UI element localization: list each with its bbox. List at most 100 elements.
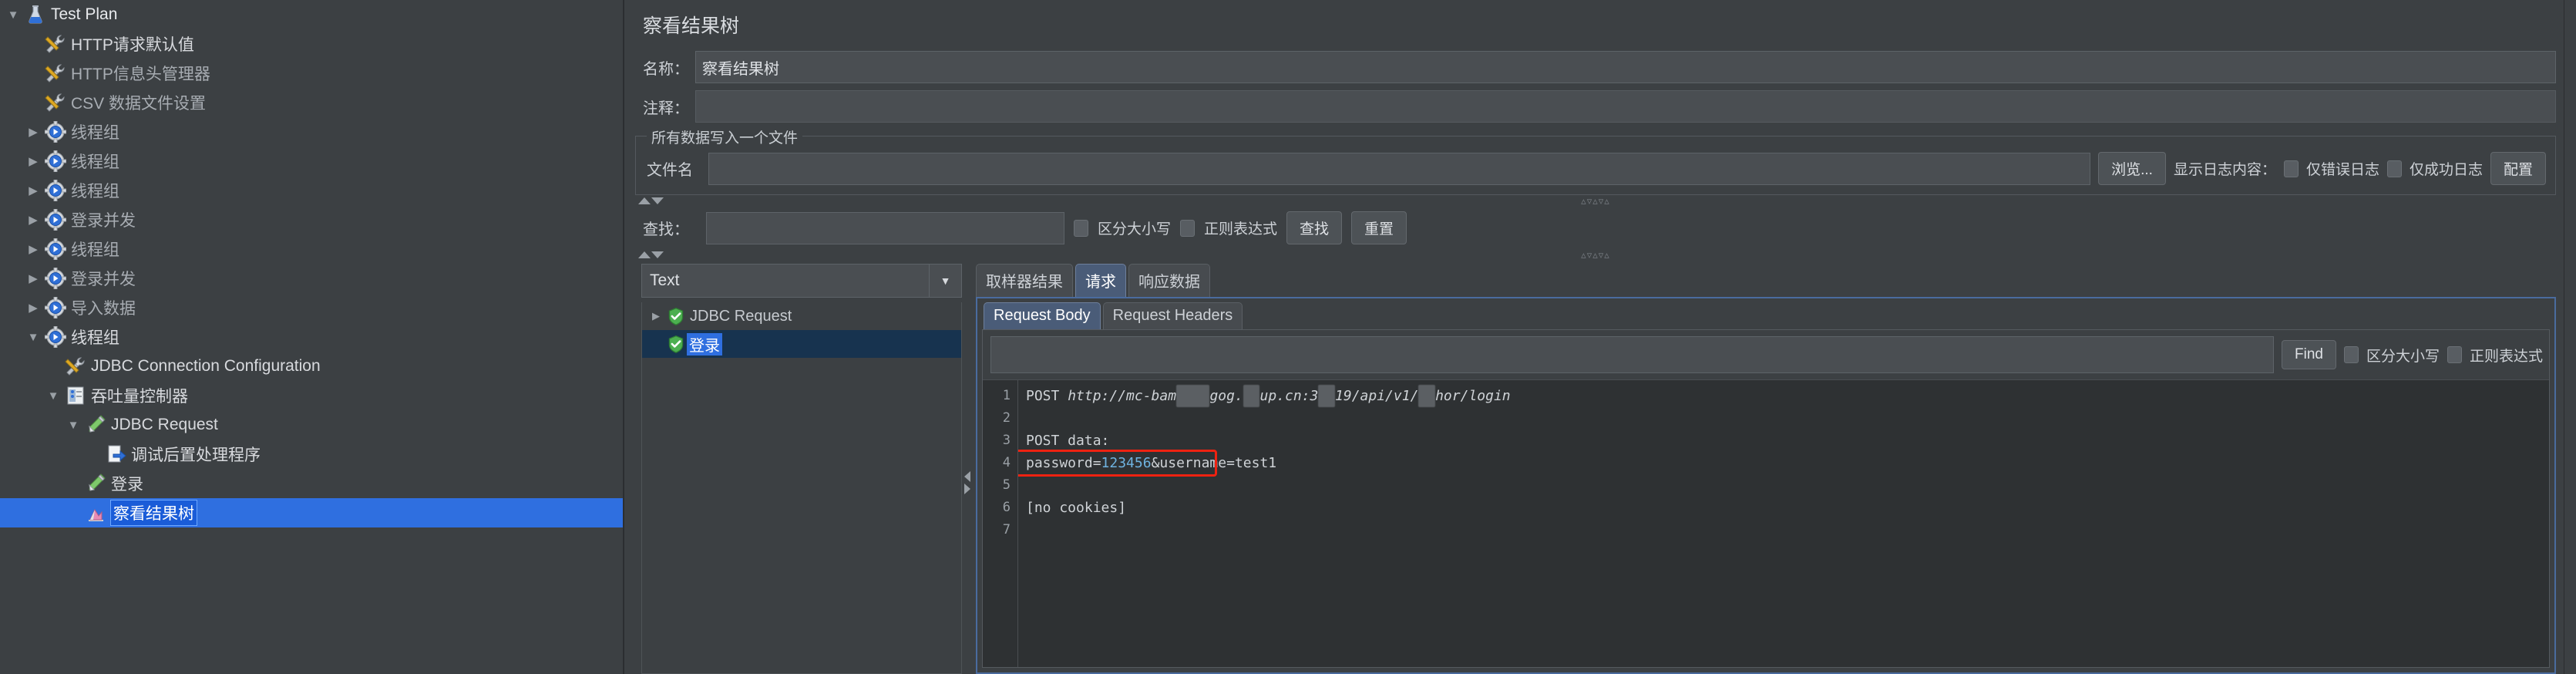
chevron-right-icon[interactable]: ▶ xyxy=(23,185,43,197)
wrench-icon xyxy=(63,354,88,379)
code-token: up.cn:3 xyxy=(1259,388,1319,404)
find-input[interactable] xyxy=(990,336,2274,373)
find-button[interactable]: Find xyxy=(2282,340,2336,369)
line-number: 6 xyxy=(1002,500,1011,515)
tree-item-label: HTTP信息头管理器 xyxy=(71,66,210,83)
splitter-up-arrow-2[interactable] xyxy=(638,251,651,258)
chevron-down-icon[interactable]: ▼ xyxy=(3,9,23,21)
tree-row[interactable]: · HTTP信息头管理器 xyxy=(0,59,623,88)
tree-row[interactable]: ▶ 线程组 xyxy=(0,147,623,176)
splitter-up-arrow-1[interactable] xyxy=(638,197,651,204)
request-tab-panel: Request Body Request Headers Find 区分大小写 正… xyxy=(976,297,2556,674)
tree-row[interactable]: · 调试后置处理程序 xyxy=(0,440,623,469)
chevron-right-icon[interactable]: ▶ xyxy=(23,214,43,226)
tree-row[interactable]: ▶ 线程组 xyxy=(0,176,623,205)
tab-2[interactable]: 请求 xyxy=(1075,264,1126,297)
redacted-text: xxxx xyxy=(1176,385,1210,407)
gear-icon xyxy=(43,120,68,144)
tree-row[interactable]: · HTTP请求默认值 xyxy=(0,29,623,59)
splitter-down-arrow-2[interactable] xyxy=(651,251,664,258)
window-scrollbar[interactable] xyxy=(2564,0,2576,674)
name-input[interactable] xyxy=(695,51,2556,83)
tree-row[interactable]: ▶ 线程组 xyxy=(0,234,623,264)
result-tree-row[interactable]: ▶ JDBC Request xyxy=(642,302,961,330)
tab-3[interactable]: 响应数据 xyxy=(1128,264,1210,297)
comment-label: 注释： xyxy=(643,99,689,117)
filename-input[interactable] xyxy=(708,152,2091,185)
tree-row[interactable]: ▼ Test Plan xyxy=(0,0,623,29)
tree-row[interactable]: · JDBC Connection Configuration xyxy=(0,352,623,381)
chevron-right-icon[interactable]: ▶ xyxy=(23,156,43,167)
error-only-label: 仅错误日志 xyxy=(2305,162,2379,178)
find-case-sensitive-checkbox[interactable] xyxy=(2343,346,2359,363)
request-subtabbar[interactable]: Request Body Request Headers xyxy=(977,298,2554,329)
chevron-right-icon[interactable]: ▶ xyxy=(23,244,43,255)
gear-icon xyxy=(43,178,68,203)
tab-1[interactable]: 取样器结果 xyxy=(976,264,1073,297)
horizontal-splitter[interactable] xyxy=(962,261,973,674)
browse-button[interactable]: 浏览... xyxy=(2098,152,2166,185)
code-token: 19/api/v1/ xyxy=(1335,388,1419,404)
tab-1[interactable]: Request Body xyxy=(984,302,1101,329)
line-number: 7 xyxy=(1002,522,1011,538)
upper-splitter[interactable]: ▵▿▵▿▵ xyxy=(635,195,2556,207)
chevron-down-icon[interactable]: ▼ xyxy=(23,332,43,343)
splitter-down-arrow-1[interactable] xyxy=(651,197,664,204)
tree-row[interactable]: ▶ 线程组 xyxy=(0,117,623,147)
filename-label: 文件名 xyxy=(647,162,693,179)
tree-row[interactable]: ▶ 登录并发 xyxy=(0,264,623,293)
tree-item-label: 线程组 xyxy=(71,153,119,171)
chevron-down-icon[interactable]: ▼ xyxy=(43,390,63,402)
tree-row[interactable]: ▶ 导入数据 xyxy=(0,293,623,322)
search-case-sensitive-checkbox[interactable] xyxy=(1074,219,1088,237)
chevron-right-icon[interactable]: ▶ xyxy=(23,126,43,138)
test-plan-tree-panel[interactable]: ▼ Test Plan · HTTP请求默认值 · HTTP信息头管理器 · CSV 数据文件… xyxy=(0,0,624,674)
error-only-checkbox[interactable] xyxy=(2283,160,2299,177)
tree-row[interactable]: ▶ 登录并发 xyxy=(0,205,623,234)
sampler-result-tree[interactable]: ▶ JDBC Request 登录 xyxy=(641,302,962,674)
tree-item-label: HTTP请求默认值 xyxy=(71,36,194,54)
search-reset-button[interactable]: 重置 xyxy=(1351,211,1407,244)
renderer-select-value: Text xyxy=(650,271,680,289)
chevron-right-icon[interactable]: ▶ xyxy=(647,310,665,322)
tree-row[interactable]: ▼ 线程组 xyxy=(0,322,623,352)
configure-button[interactable]: 配置 xyxy=(2490,152,2546,185)
page-title: 察看结果树 xyxy=(643,15,740,37)
success-only-checkbox[interactable] xyxy=(2386,160,2402,177)
code-token: POST xyxy=(1026,388,1068,404)
tree-item-label: 导入数据 xyxy=(71,300,136,318)
search-regex-checkbox[interactable] xyxy=(1180,219,1196,237)
search-case-sensitive-label: 区分大小写 xyxy=(1098,221,1172,238)
tree-item-label: JDBC Connection Configuration xyxy=(91,357,321,375)
lower-splitter[interactable]: ▵▿▵▿▵ xyxy=(635,249,2556,261)
tree-row[interactable]: · CSV 数据文件设置 xyxy=(0,88,623,117)
chevron-down-icon[interactable]: ▼ xyxy=(929,265,961,297)
renderer-select[interactable]: Text ▼ xyxy=(641,264,962,298)
tree-item-label: 察看结果树 xyxy=(110,500,197,526)
search-input[interactable] xyxy=(706,211,1064,244)
search-find-button[interactable]: 查找 xyxy=(1286,211,1343,244)
name-row: 名称： xyxy=(635,51,2556,83)
tab-2[interactable]: Request Headers xyxy=(1102,302,1243,329)
chevron-right-icon[interactable]: ▶ xyxy=(23,273,43,285)
request-body-editor[interactable]: 1234567 POST http://mc-bamxxxxgog.xxup.c… xyxy=(983,379,2549,667)
result-tree-row[interactable]: 登录 xyxy=(642,330,961,358)
tree-row[interactable]: · 察看结果树 xyxy=(0,498,623,527)
main-tabbar[interactable]: 取样器结果 请求 响应数据 xyxy=(973,264,2556,297)
tree-spacer: · xyxy=(23,97,43,109)
tree-item-label: 线程组 xyxy=(71,241,119,259)
splitter-right-arrow[interactable] xyxy=(964,484,970,494)
chevron-right-icon[interactable]: ▶ xyxy=(23,302,43,314)
find-regex-checkbox[interactable] xyxy=(2447,346,2462,363)
splitter-left-arrow[interactable] xyxy=(964,471,970,482)
tree-row[interactable]: · 登录 xyxy=(0,469,623,498)
code-token: &username=test1 xyxy=(1151,455,1277,471)
tree-row[interactable]: ▼ 吞吐量控制器 xyxy=(0,381,623,410)
code-line: POST data: xyxy=(1026,430,2549,452)
chevron-down-icon[interactable]: ▼ xyxy=(63,420,83,431)
tree-row[interactable]: ▼ JDBC Request xyxy=(0,410,623,440)
splitter-grip-2: ▵▿▵▿▵ xyxy=(1581,248,1610,261)
code-token: hor/login xyxy=(1435,388,1511,404)
request-body-code[interactable]: POST http://mc-bamxxxxgog.xxup.cn:3xx19/… xyxy=(1018,380,2549,667)
comment-input[interactable] xyxy=(695,90,2556,123)
